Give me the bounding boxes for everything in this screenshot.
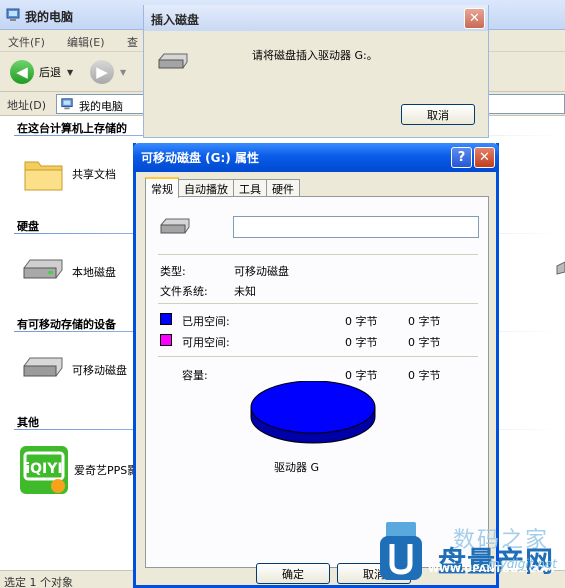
file-system-label: 文件系统:: [160, 285, 208, 298]
free-space-size: 0 字节: [408, 336, 441, 349]
pie-top: [250, 380, 376, 434]
forward-dropdown-icon[interactable]: ▼: [120, 68, 126, 77]
type-value: 可移动磁盘: [234, 265, 289, 278]
watermark-url2: mydigit.net: [488, 557, 557, 571]
insert-disk-dialog: 插入磁盘 ✕ 请将磁盘插入驱动器 G:。 取消: [143, 5, 489, 138]
group-header-other: 其他: [17, 416, 39, 429]
menu-file[interactable]: 文件(F): [8, 34, 45, 50]
forward-button[interactable]: ▶ ▼: [90, 60, 126, 84]
local-disk-label: 本地磁盘: [72, 266, 116, 279]
help-button[interactable]: ?: [451, 147, 472, 168]
explorer-title: 我的电脑: [25, 10, 74, 24]
hard-disk-icon: [556, 261, 565, 275]
watermark: 数码之家 盘量产网 WWW.UPANTOOL.COM mydigit.net: [368, 520, 565, 584]
insert-dialog-titlebar[interactable]: 插入磁盘 ✕: [144, 5, 488, 31]
insert-dialog-title: 插入磁盘: [151, 13, 200, 27]
removable-disk-item[interactable]: 可移动磁盘: [20, 354, 127, 386]
iqiyi-item[interactable]: iQIYI 爱奇艺PPS影: [20, 446, 138, 494]
address-label: 地址(D): [7, 99, 47, 112]
folder-icon: [24, 161, 63, 191]
properties-title: 可移动磁盘 (G:) 属性: [141, 151, 259, 165]
properties-titlebar[interactable]: 可移动磁盘 (G:) 属性 ? ✕: [133, 143, 499, 172]
file-system-value: 未知: [234, 285, 256, 298]
insert-dialog-cancel-button[interactable]: 取消: [401, 104, 475, 125]
type-label: 类型:: [160, 265, 186, 278]
iqiyi-icon: iQIYI: [20, 446, 68, 494]
capacity-label: 容量:: [182, 369, 208, 382]
usb-logo-icon: [380, 522, 422, 580]
capacity-size: 0 字节: [408, 369, 441, 382]
hard-disk-icon: [23, 259, 63, 279]
free-space-bytes: 0 字节: [345, 336, 378, 349]
back-label: 后退: [39, 66, 61, 79]
forward-arrow-icon: ▶: [90, 60, 114, 84]
used-space-bytes: 0 字节: [345, 315, 378, 328]
removable-disk-icon: [23, 357, 63, 377]
close-icon: ✕: [469, 11, 480, 26]
group-header-stored: 在这台计算机上存储的: [17, 122, 127, 135]
used-space-label: 已用空间:: [182, 315, 230, 328]
drive-caption: 驱动器 G: [274, 461, 320, 474]
general-tab-panel: 类型: 可移动磁盘 文件系统: 未知 已用空间: 0 字节 0 字节 可用空间:…: [145, 196, 489, 568]
back-button[interactable]: ◀ 后退 ▼: [10, 60, 73, 84]
separator: [158, 303, 478, 304]
disk-drive-icon: [158, 53, 188, 69]
help-icon: ?: [457, 150, 466, 165]
shared-documents-item[interactable]: 共享文档: [22, 154, 116, 194]
separator: [158, 356, 478, 357]
status-text: 选定 1 个对象: [4, 576, 73, 588]
removable-disk-icon: [160, 218, 190, 234]
removable-disk-label: 可移动磁盘: [72, 364, 127, 377]
menu-view[interactable]: 查: [127, 34, 138, 50]
menu-edit[interactable]: 编辑(E): [67, 34, 105, 50]
back-dropdown-icon[interactable]: ▼: [67, 68, 73, 77]
computer-icon: [5, 7, 21, 23]
volume-label-input[interactable]: [233, 216, 479, 238]
group-header-hard-disks: 硬盘: [17, 220, 39, 233]
group-header-removable: 有可移动存储的设备: [17, 318, 116, 331]
tab-general[interactable]: 常规: [145, 177, 179, 198]
back-arrow-icon: ◀: [10, 60, 34, 84]
insert-dialog-close-button[interactable]: ✕: [464, 8, 485, 29]
free-space-swatch: [160, 334, 172, 346]
shared-documents-label: 共享文档: [72, 168, 116, 181]
free-space-label: 可用空间:: [182, 336, 230, 349]
iqiyi-label: 爱奇艺PPS影: [74, 464, 139, 477]
used-space-size: 0 字节: [408, 315, 441, 328]
disk-usage-pie: [250, 380, 376, 448]
svg-text:iQIYI: iQIYI: [25, 461, 62, 477]
separator: [158, 254, 478, 255]
local-disk-item[interactable]: 本地磁盘: [20, 256, 116, 288]
insert-disk-message: 请将磁盘插入驱动器 G:。: [252, 49, 378, 62]
properties-close-button[interactable]: ✕: [474, 147, 495, 168]
close-icon: ✕: [479, 150, 490, 165]
computer-icon: [60, 97, 74, 114]
address-value: 我的电脑: [79, 100, 123, 113]
properties-tabs: 常规 自动播放 工具 硬件: [145, 177, 300, 198]
ok-button[interactable]: 确定: [256, 563, 330, 584]
used-space-swatch: [160, 313, 172, 325]
